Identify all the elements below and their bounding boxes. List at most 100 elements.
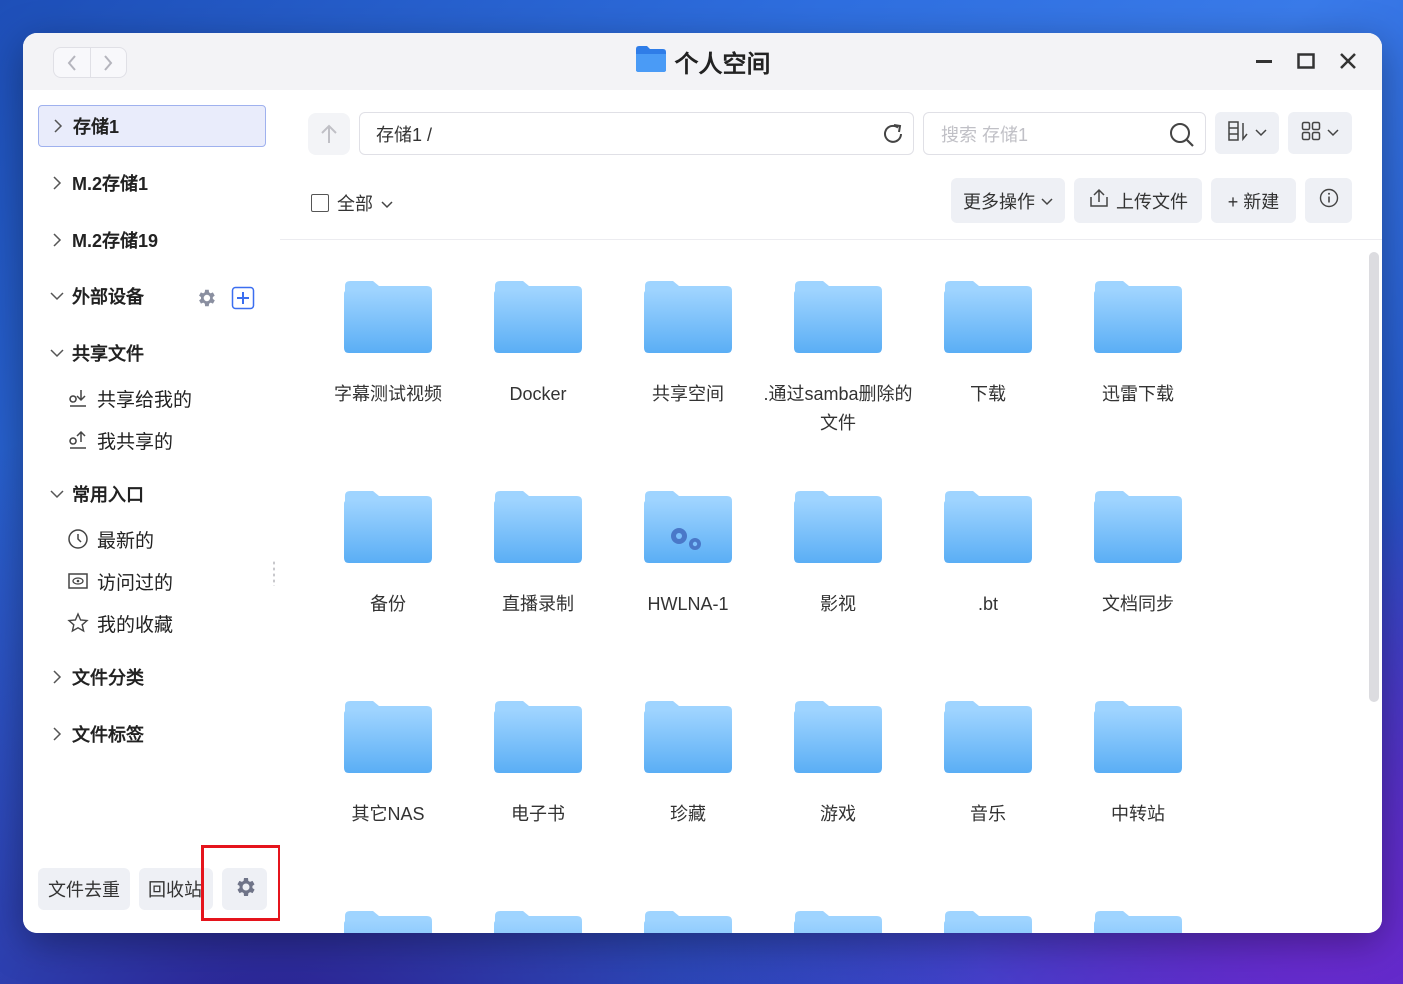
search-placeholder: 搜索 存储1 (941, 124, 1029, 145)
search-input[interactable]: 搜索 存储1 (923, 112, 1206, 155)
main-content: 存储1 / 搜索 存储1 全部 更多操作 上传文件 + 新建 字幕测试视频 Do… (280, 90, 1382, 933)
folder-name: 直播录制 (502, 594, 574, 614)
add-icon[interactable] (231, 286, 255, 315)
chevron-right-icon[interactable] (89, 48, 127, 77)
folder-item[interactable]: 共享空间 (613, 280, 763, 409)
sidebar-item-m2-storage19[interactable]: M.2存储19 (38, 219, 266, 261)
folder-item[interactable] (463, 910, 613, 933)
folder-name: 备份 (370, 594, 406, 614)
sidebar-item-tags[interactable]: 文件标签 (38, 713, 266, 755)
more-actions-button[interactable]: 更多操作 (951, 178, 1065, 223)
refresh-icon[interactable] (881, 122, 905, 151)
chevron-right-icon (48, 727, 66, 741)
folder-item[interactable]: HWLNA-1 (613, 490, 763, 619)
sidebar-item-shared[interactable]: 共享文件 (38, 332, 266, 374)
chevron-left-icon[interactable] (54, 48, 90, 77)
scrollbar[interactable] (1369, 252, 1379, 702)
info-icon (1319, 188, 1339, 213)
path-text: 存储1 / (376, 124, 433, 145)
folder-icon (494, 701, 582, 773)
sidebar-item-categories[interactable]: 文件分类 (38, 656, 266, 698)
sidebar-item-storage1[interactable]: 存储1 (38, 105, 266, 147)
chevron-down-icon (48, 348, 66, 358)
folder-name: Docker (509, 384, 567, 404)
folder-item[interactable]: 中转站 (1063, 700, 1213, 829)
sidebar-item-label: 访问过的 (97, 572, 174, 594)
folder-item[interactable]: 备份 (313, 490, 463, 619)
sidebar-item-visited[interactable]: 访问过的 (67, 563, 173, 599)
chevron-down-icon (48, 291, 66, 301)
sidebar-item-label: 常用入口 (72, 485, 144, 505)
folder-item[interactable]: 影视 (763, 490, 913, 619)
sidebar: 存储1 M.2存储1 M.2存储19 外部设备 共享文件 共享给我的 我共享的 … (23, 90, 281, 933)
folder-item[interactable]: 音乐 (913, 700, 1063, 829)
folder-name: 游戏 (820, 804, 856, 824)
maximize-icon[interactable] (1296, 51, 1316, 71)
folder-item[interactable]: 字幕测试视频 (313, 280, 463, 409)
up-folder-button[interactable] (308, 113, 350, 155)
sidebar-item-recent[interactable]: 最新的 (67, 521, 154, 557)
sidebar-item-m2-storage1[interactable]: M.2存储1 (38, 162, 266, 204)
my-shares-icon (67, 429, 89, 451)
chevron-right-icon (48, 176, 66, 190)
chevron-down-icon (1255, 124, 1267, 142)
sidebar-item-my-shares[interactable]: 我共享的 (67, 422, 173, 458)
folder-item[interactable]: .bt (913, 490, 1063, 619)
chevron-right-icon (49, 119, 67, 133)
folder-item[interactable] (763, 910, 913, 933)
folder-item[interactable]: Docker (463, 280, 613, 409)
file-grid: 字幕测试视频 Docker 共享空间 .通过samba删除的文件 下载 迅雷下载备份 直播录… (280, 240, 1365, 933)
folder-item[interactable]: 电子书 (463, 700, 613, 829)
folder-icon (344, 701, 432, 773)
sidebar-item-label: 我的收藏 (97, 614, 174, 636)
folder-icon (794, 701, 882, 773)
folder-icon (344, 281, 432, 353)
folder-item[interactable]: 下载 (913, 280, 1063, 409)
folder-name: 珍藏 (670, 804, 706, 824)
window-title-text: 个人空间 (674, 51, 771, 78)
folder-icon (644, 281, 732, 353)
search-icon[interactable] (1169, 122, 1195, 153)
select-all-label: 全部 (337, 194, 373, 214)
folder-item[interactable]: 迅雷下载 (1063, 280, 1213, 409)
folder-item[interactable]: 文档同步 (1063, 490, 1213, 619)
chevron-down-icon (1327, 124, 1339, 142)
path-bar[interactable]: 存储1 / (359, 112, 914, 155)
folder-name: 电子书 (511, 804, 565, 824)
close-icon[interactable] (1338, 51, 1358, 71)
folder-item[interactable] (313, 910, 463, 933)
sidebar-item-shared-with-me[interactable]: 共享给我的 (67, 380, 192, 416)
folder-item[interactable]: 游戏 (763, 700, 913, 829)
folder-item[interactable]: .通过samba删除的文件 (763, 280, 913, 438)
folder-item[interactable]: 其它NAS (313, 700, 463, 829)
sort-button[interactable] (1215, 112, 1279, 154)
folder-icon (644, 911, 732, 933)
folder-icon (644, 491, 732, 563)
minimize-icon[interactable] (1254, 51, 1274, 71)
select-all-checkbox[interactable] (311, 194, 329, 212)
folder-item[interactable]: 直播录制 (463, 490, 613, 619)
info-button[interactable] (1305, 178, 1352, 223)
sidebar-item-favorites[interactable]: 我的收藏 (67, 605, 173, 641)
gear-icon[interactable] (195, 287, 217, 314)
sidebar-item-label: 共享文件 (72, 344, 144, 364)
sidebar-item-label: 外部设备 (72, 287, 144, 307)
new-button[interactable]: + 新建 (1211, 178, 1296, 223)
folder-icon (494, 281, 582, 353)
folder-icon (494, 911, 582, 933)
dedupe-button[interactable]: 文件去重 (38, 868, 130, 910)
folder-name: 共享空间 (652, 384, 724, 404)
select-all[interactable]: 全部 (311, 190, 393, 216)
folder-item[interactable] (1063, 910, 1213, 933)
folder-icon (344, 911, 432, 933)
resize-handle[interactable] (272, 560, 276, 586)
sidebar-item-common[interactable]: 常用入口 (38, 473, 266, 515)
folder-item[interactable] (613, 910, 763, 933)
folder-item[interactable]: 珍藏 (613, 700, 763, 829)
folder-item[interactable] (913, 910, 1063, 933)
folder-icon (944, 701, 1032, 773)
upload-button[interactable]: 上传文件 (1074, 178, 1202, 223)
view-mode-button[interactable] (1288, 112, 1352, 154)
sort-icon (1227, 120, 1249, 147)
folder-name: .bt (977, 594, 998, 614)
